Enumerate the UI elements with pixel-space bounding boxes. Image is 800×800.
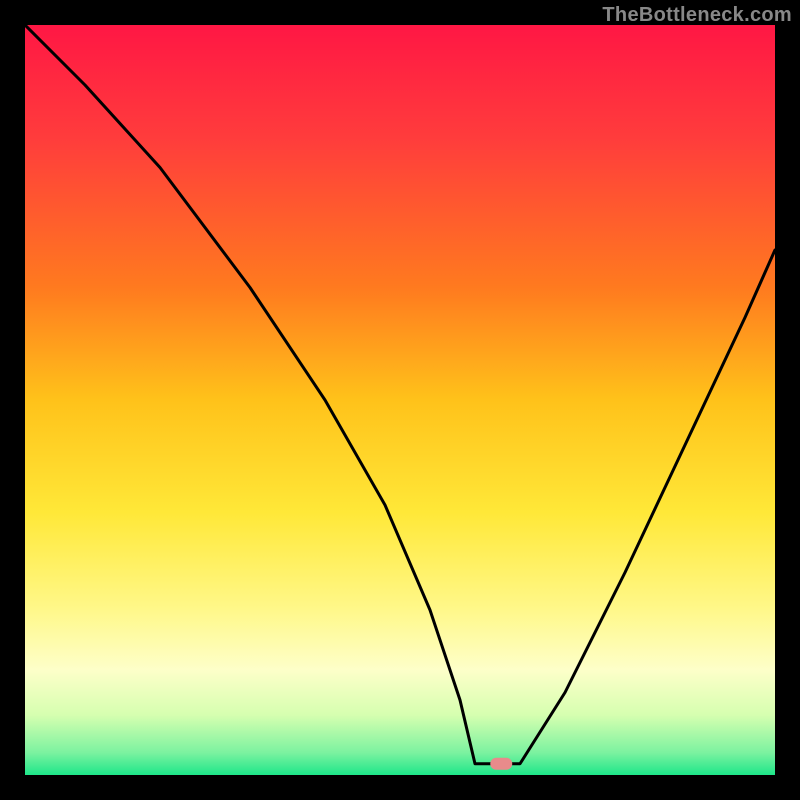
chart-svg: [25, 25, 775, 775]
chart-container: TheBottleneck.com: [0, 0, 800, 800]
plot-area: [25, 25, 775, 775]
watermark-text: TheBottleneck.com: [602, 4, 792, 27]
optimum-marker: [490, 758, 512, 770]
gradient-background: [25, 25, 775, 775]
